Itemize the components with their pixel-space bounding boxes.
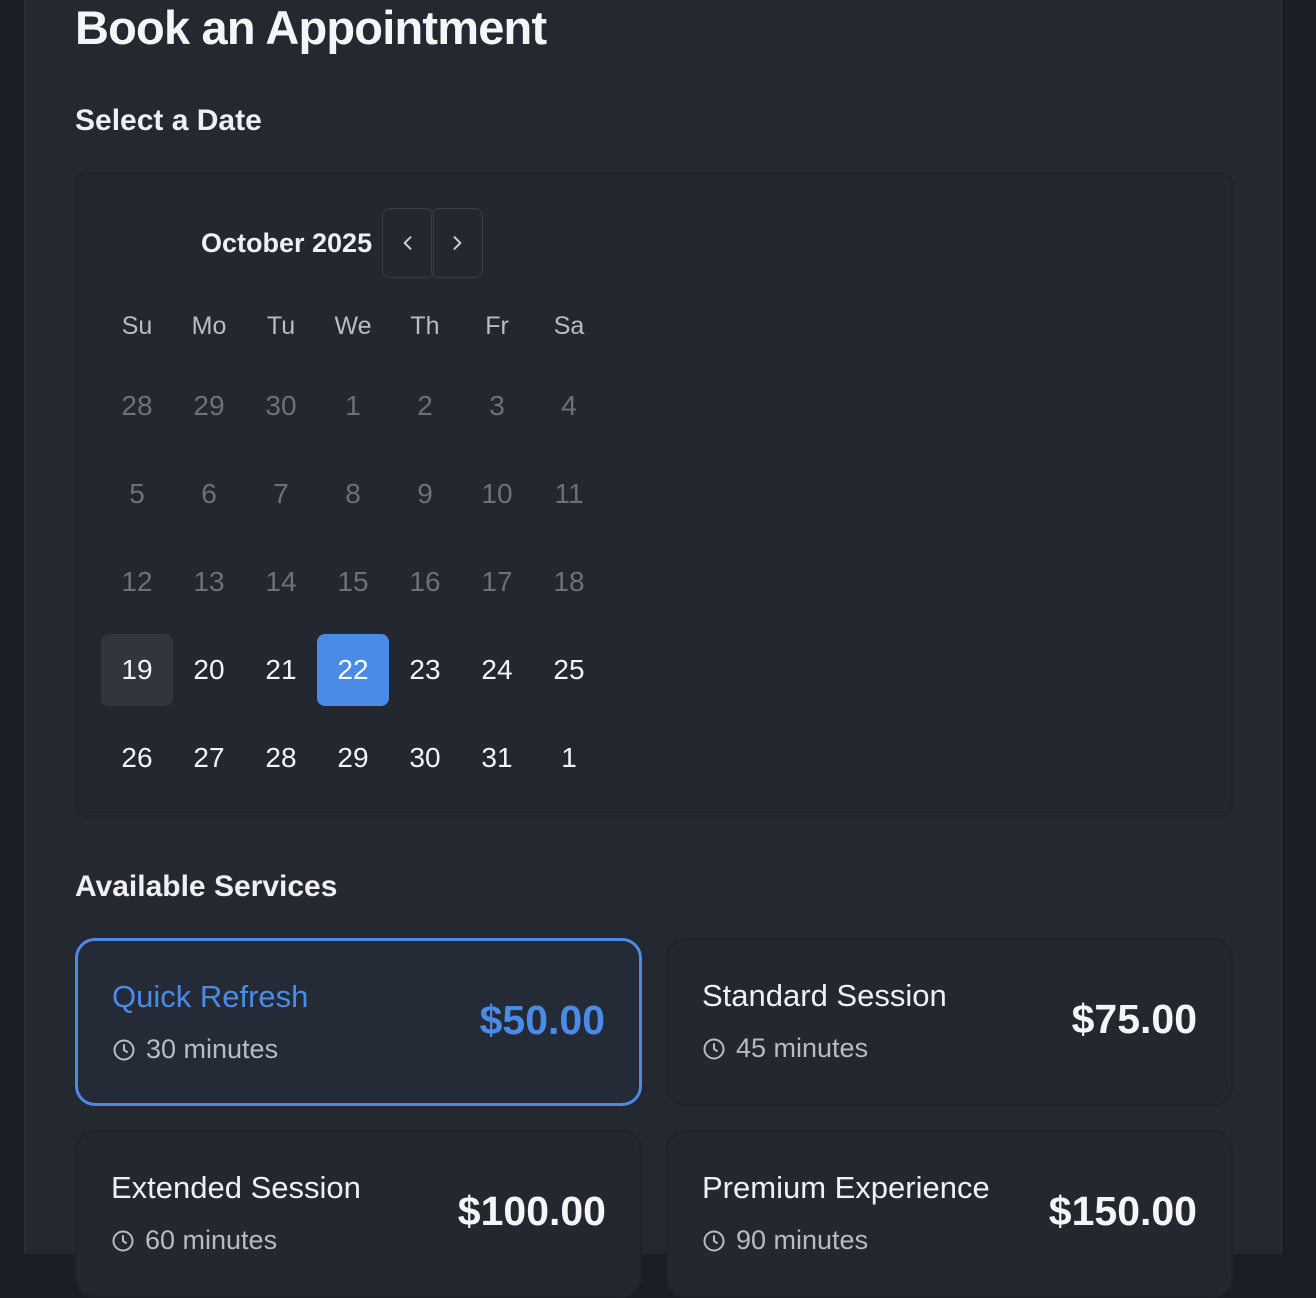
service-duration: 60 minutes [111, 1225, 277, 1256]
service-price: $75.00 [1071, 996, 1197, 1042]
clock-icon [112, 1230, 134, 1251]
next-month-button[interactable] [431, 208, 484, 278]
calendar-day[interactable]: 1 [533, 722, 605, 794]
calendar-day: 7 [273, 478, 289, 509]
weekday-header-row: Su Mo Tu We Th Fr Sa [101, 312, 605, 341]
service-duration: 30 minutes [112, 1034, 278, 1065]
service-card[interactable]: Standard Session 45 minutes $75.00 [666, 938, 1233, 1106]
chevron-left-icon [403, 236, 412, 250]
calendar-day[interactable]: 25 [533, 634, 605, 706]
calendar-week-row: 12 13 14 15 16 17 18 [101, 546, 605, 618]
service-duration: 90 minutes [702, 1225, 868, 1256]
calendar-day: 5 [129, 478, 145, 509]
service-name: Standard Session [702, 978, 947, 1013]
duration-label: 30 minutes [146, 1034, 279, 1064]
calendar-day: 30 [265, 390, 297, 421]
calendar-week-row: 5 6 7 8 9 10 11 [101, 458, 605, 530]
clock-icon [703, 1230, 725, 1251]
calendar-day: 1 [345, 390, 361, 421]
service-price: $100.00 [457, 1188, 606, 1234]
service-card[interactable]: Premium Experience 90 minutes $150.00 [666, 1130, 1233, 1298]
calendar-day[interactable]: 24 [461, 634, 533, 706]
service-name: Extended Session [111, 1170, 361, 1205]
available-services-heading: Available Services [75, 870, 338, 903]
service-duration: 45 minutes [702, 1033, 868, 1064]
calendar-day: 6 [201, 478, 217, 509]
calendar-day: 28 [121, 390, 153, 421]
calendar-week-row: 28 29 30 1 2 3 4 [101, 370, 605, 442]
calendar-day[interactable]: 27 [173, 722, 245, 794]
calendar-day: 4 [561, 390, 577, 421]
calendar-header: October 2025 [201, 207, 484, 279]
calendar-day-today[interactable]: 19 [101, 634, 173, 706]
calendar-day: 12 [121, 566, 153, 597]
calendar-day: 18 [553, 566, 585, 597]
service-price: $150.00 [1048, 1188, 1197, 1234]
weekday-label: Mo [191, 312, 227, 340]
weekday-label: Fr [485, 312, 509, 340]
calendar-day: 2 [417, 390, 433, 421]
select-date-heading: Select a Date [75, 104, 262, 137]
duration-label: 60 minutes [145, 1225, 278, 1255]
calendar-day: 14 [265, 566, 297, 597]
service-card[interactable]: Quick Refresh 30 minutes $50.00 [75, 938, 642, 1106]
calendar-day: 29 [193, 390, 225, 421]
previous-month-button[interactable] [382, 208, 435, 278]
month-label: October 2025 [201, 227, 373, 258]
calendar-day: 13 [193, 566, 225, 597]
clock-icon [113, 1039, 135, 1060]
calendar-week-row: 26 27 28 29 30 31 1 [101, 722, 605, 794]
calendar-week-row: 19 20 21 22 23 24 25 [101, 634, 605, 706]
calendar-day: 16 [409, 566, 441, 597]
service-card[interactable]: Extended Session 60 minutes $100.00 [75, 1130, 642, 1298]
weekday-label: Su [121, 312, 153, 340]
calendar-day: 9 [417, 478, 433, 509]
calendar: October 2025 Su Mo Tu We Th Fr Sa 28 29 30 1 2 3 4 5 6… [75, 172, 1233, 817]
calendar-day: 15 [337, 566, 369, 597]
calendar-day: 10 [481, 478, 513, 509]
booking-panel: Book an Appointment Select a Date Octobe… [24, 0, 1282, 1298]
calendar-day: 11 [554, 478, 584, 509]
calendar-day[interactable]: 28 [245, 722, 317, 794]
calendar-day[interactable]: 23 [389, 634, 461, 706]
clock-icon [703, 1038, 725, 1059]
calendar-day: 17 [481, 566, 513, 597]
service-price: $50.00 [479, 997, 605, 1043]
calendar-day[interactable]: 29 [317, 722, 389, 794]
weekday-label: Th [410, 312, 440, 340]
calendar-day[interactable]: 21 [245, 634, 317, 706]
calendar-day[interactable]: 30 [389, 722, 461, 794]
calendar-day[interactable]: 26 [101, 722, 173, 794]
service-name: Premium Experience [702, 1170, 990, 1205]
calendar-day[interactable]: 31 [461, 722, 533, 794]
chevron-right-icon [453, 236, 462, 250]
duration-label: 90 minutes [736, 1225, 869, 1255]
weekday-label: We [334, 312, 372, 340]
calendar-day-selected[interactable]: 22 [317, 634, 389, 706]
duration-label: 45 minutes [736, 1033, 869, 1063]
page-title: Book an Appointment [75, 1, 547, 54]
calendar-day[interactable]: 20 [173, 634, 245, 706]
weekday-label: Sa [553, 312, 585, 340]
calendar-day: 3 [489, 390, 505, 421]
calendar-day: 8 [345, 478, 361, 509]
weekday-label: Tu [266, 312, 296, 340]
service-name: Quick Refresh [112, 979, 309, 1014]
